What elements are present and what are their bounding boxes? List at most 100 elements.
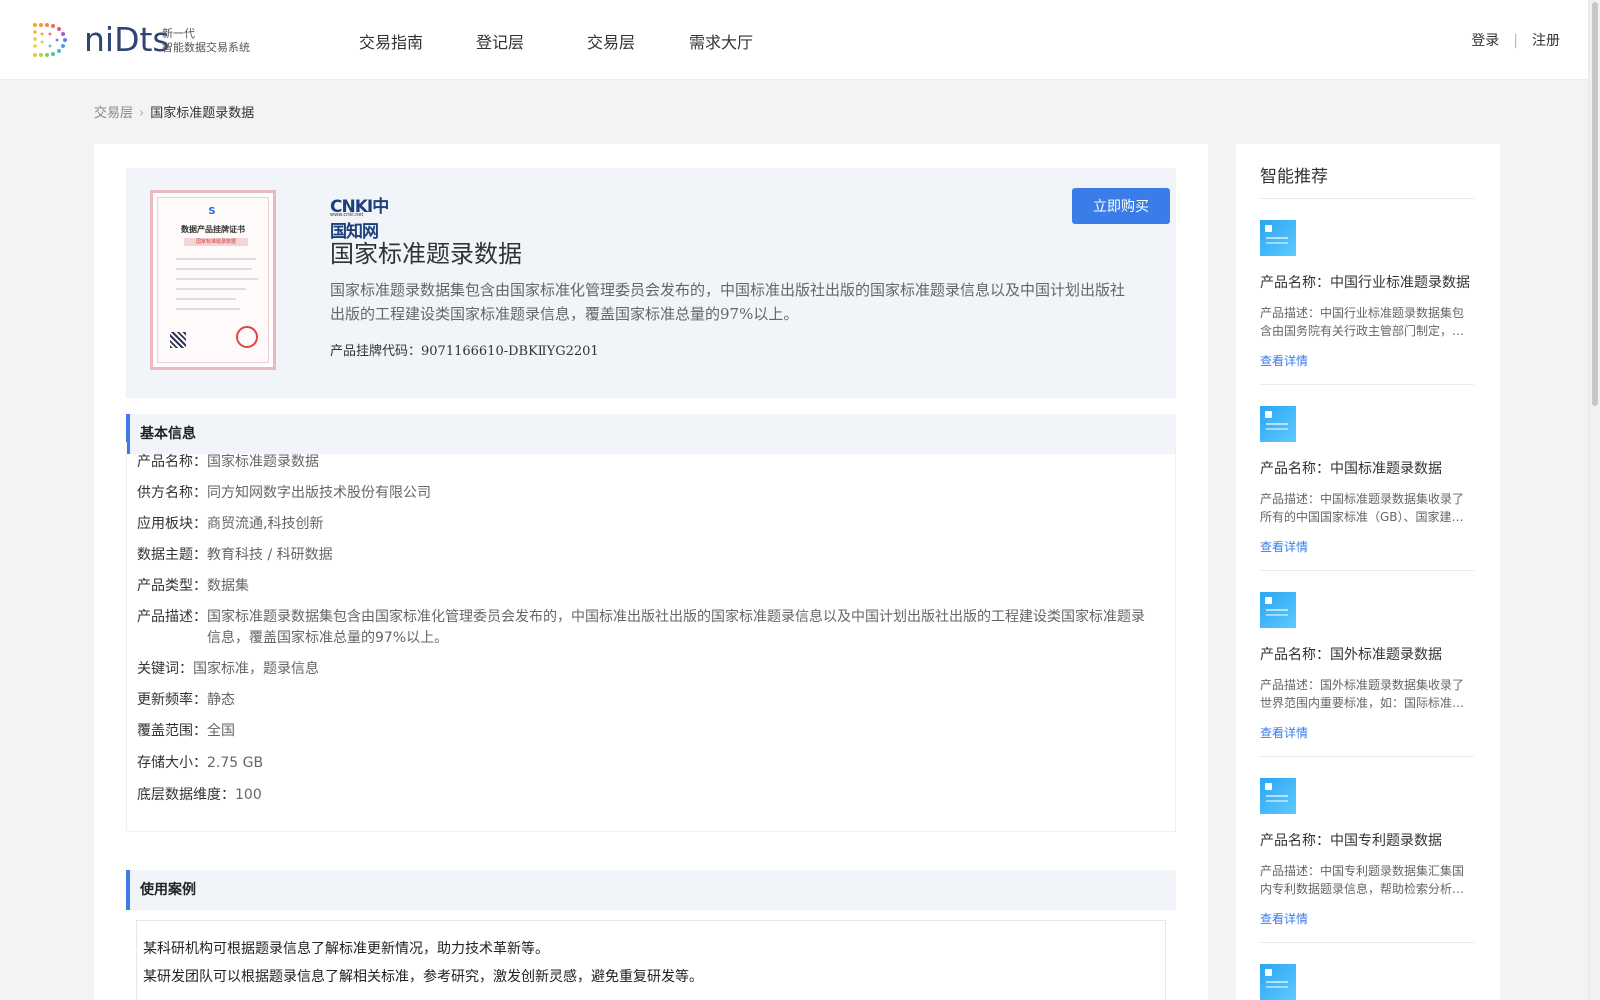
qr-code-icon — [170, 332, 186, 348]
listing-code-value: 9071166610-DBKⅡYG2201 — [421, 344, 599, 359]
info-value: 国家标准题录数据 — [207, 454, 319, 470]
buy-now-button[interactable]: 立即购买 — [1072, 188, 1170, 224]
auth-links: 登录 | 注册 — [1471, 30, 1560, 50]
info-value: 数据集 — [207, 578, 249, 594]
product-thumbnail-icon — [1260, 964, 1296, 1000]
view-details-link[interactable]: 查看详情 — [1260, 724, 1474, 741]
divider — [1260, 942, 1474, 943]
product-listing-code: 产品挂牌代码：9071166610-DBKⅡYG2201 — [330, 340, 599, 359]
recommendation-name: 产品名称：中国专利题录数据 — [1260, 833, 1442, 849]
certificate-emblem-icon: S — [208, 206, 216, 217]
product-detail-card: S 数据产品挂牌证书 国家标准题录数据 CNKI中国知网 www.cnki.ne… — [94, 144, 1208, 1000]
recommendation-description: 产品描述：中国标准题录数据集收录了所有的中国国家标准（GB）、国家建设标准等 — [1260, 492, 1465, 524]
certificate-title: 数据产品挂牌证书 — [181, 225, 245, 234]
nav-trade-guide[interactable]: 交易指南 — [359, 29, 423, 53]
breadcrumb: 交易层 › 国家标准题录数据 — [94, 102, 254, 121]
view-details-link[interactable]: 查看详情 — [1260, 910, 1474, 927]
info-row: 数据主题：教育科技 / 科研数据 — [137, 545, 1157, 566]
basic-info-panel: 产品名称：国家标准题录数据 供方名称：同方知网数字出版技术股份有限公司 应用板块… — [126, 442, 1176, 832]
recommendation-description: 产品描述：国外标准题录数据集收录了世界范围内重要标准，如：国际标准化组织标准等 — [1260, 678, 1465, 710]
info-row: 覆盖范围：全国 — [137, 721, 1157, 742]
breadcrumb-current: 国家标准题录数据 — [150, 106, 255, 121]
listing-code-label: 产品挂牌代码： — [330, 344, 422, 359]
info-key: 供方名称： — [137, 485, 207, 501]
register-link[interactable]: 注册 — [1532, 30, 1560, 50]
product-thumbnail-icon — [1260, 220, 1296, 256]
top-header: niDts 新一代 智能数据交易系统 交易指南 登记层 交易层 需求大厅 登录 |… — [0, 0, 1600, 80]
logo-mark-icon — [33, 23, 67, 57]
info-value: 100 — [235, 787, 262, 803]
info-value: 静态 — [207, 692, 235, 708]
view-details-link[interactable]: 查看详情 — [1260, 538, 1474, 555]
chevron-right-icon: › — [139, 106, 145, 121]
info-value: 商贸流通,科技创新 — [207, 516, 324, 532]
info-value: 全国 — [207, 723, 235, 739]
use-cases-panel: 某科研机构可根据题录信息了解标准更新情况，助力技术革新等。 某研发团队可以根据题… — [136, 920, 1166, 1000]
supplier-logo: CNKI中国知网 www.cnki.net — [330, 192, 404, 242]
certificate-line — [176, 298, 236, 300]
scrollbar-thumb[interactable] — [1592, 2, 1598, 406]
breadcrumb-parent[interactable]: 交易层 — [94, 106, 133, 121]
info-row: 产品名称：国家标准题录数据 — [137, 452, 1157, 473]
site-logo[interactable]: niDts 新一代 智能数据交易系统 — [30, 20, 260, 60]
certificate-frame: S 数据产品挂牌证书 国家标准题录数据 — [157, 197, 269, 363]
info-key: 更新频率： — [137, 692, 207, 708]
recommendation-description: 产品描述：中国专利题录数据集汇集国内专利数据题录信息，帮助检索分析专利技术等 — [1260, 864, 1465, 896]
recommendation-name: 产品名称：中国标准题录数据 — [1260, 461, 1442, 477]
nav-registration-layer[interactable]: 登记层 — [476, 29, 524, 53]
recommendation-item[interactable]: 产品名称：中国行业标准题录数据 产品描述：中国行业标准题录数据集包含由国务院有关… — [1260, 220, 1474, 369]
info-row: 更新频率：静态 — [137, 690, 1157, 711]
recommendation-item[interactable] — [1260, 964, 1474, 1000]
section-title-use-cases: 使用案例 — [126, 870, 1176, 910]
divider — [1260, 570, 1474, 571]
use-case-line: 某科研机构可根据题录信息了解标准更新情况，助力技术革新等。 — [143, 941, 549, 957]
recommendation-item[interactable]: 产品名称：中国标准题录数据 产品描述：中国标准题录数据集收录了所有的中国国家标准… — [1260, 406, 1474, 555]
certificate-image[interactable]: S 数据产品挂牌证书 国家标准题录数据 — [150, 190, 276, 370]
info-key: 存储大小： — [137, 755, 207, 771]
login-link[interactable]: 登录 — [1471, 30, 1499, 50]
logo-tagline-line1: 新一代 — [162, 27, 195, 40]
logo-tagline-line2: 智能数据交易系统 — [162, 41, 250, 54]
use-case-line: 某研发团队可以根据题录信息了解相关标准，参考研究，激发创新灵感，避免重复研发等。 — [143, 969, 703, 985]
recommendation-name: 产品名称：国外标准题录数据 — [1260, 647, 1442, 663]
certificate-subtitle: 国家标准题录数据 — [184, 238, 248, 246]
divider — [1260, 384, 1474, 385]
nav-demand-hall[interactable]: 需求大厅 — [689, 29, 753, 53]
info-key: 产品类型： — [137, 578, 207, 594]
info-row: 产品描述： 国家标准题录数据集包含由国家标准化管理委员会发布的，中国标准出版社出版… — [137, 607, 1157, 649]
certificate-line — [176, 288, 246, 290]
page-scrollbar[interactable] — [1588, 0, 1600, 1000]
certificate-line — [176, 258, 256, 260]
product-thumbnail-icon — [1260, 778, 1296, 814]
auth-separator: | — [1513, 33, 1518, 49]
nav-trading-layer[interactable]: 交易层 — [587, 29, 635, 53]
recommendation-name: 产品名称：中国行业标准题录数据 — [1260, 275, 1470, 291]
product-description: 国家标准题录数据集包含由国家标准化管理委员会发布的，中国标准出版社出版的国家标准… — [330, 281, 1126, 323]
view-details-link[interactable]: 查看详情 — [1260, 352, 1474, 369]
divider — [1260, 198, 1474, 199]
info-key: 产品描述： — [137, 609, 207, 625]
product-thumbnail-icon — [1260, 592, 1296, 628]
info-value: 同方知网数字出版技术股份有限公司 — [207, 485, 431, 501]
info-row: 产品类型：数据集 — [137, 576, 1157, 597]
product-title: 国家标准题录数据 — [330, 240, 522, 268]
sidebar-title: 智能推荐 — [1260, 167, 1328, 187]
info-key: 应用板块： — [137, 516, 207, 532]
info-value: 2.75 GB — [207, 755, 264, 771]
divider — [1260, 756, 1474, 757]
info-row: 应用板块：商贸流通,科技创新 — [137, 514, 1157, 535]
info-row: 供方名称：同方知网数字出版技术股份有限公司 — [137, 483, 1157, 504]
recommendation-description: 产品描述：中国行业标准题录数据集包含由国务院有关行政主管部门制定，报国务院标准化… — [1260, 306, 1465, 338]
logo-wordmark: niDts — [84, 20, 170, 59]
info-row: 底层数据维度：100 — [137, 785, 1157, 806]
info-value: 国家标准，题录信息 — [193, 661, 319, 677]
info-key: 数据主题： — [137, 547, 207, 563]
certificate-line — [176, 308, 240, 310]
supplier-logo-url: www.cnki.net — [330, 212, 364, 218]
certificate-line — [176, 278, 258, 280]
product-thumbnail-icon — [1260, 406, 1296, 442]
recommendation-item[interactable]: 产品名称：国外标准题录数据 产品描述：国外标准题录数据集收录了世界范围内重要标准… — [1260, 592, 1474, 741]
info-row: 存储大小：2.75 GB — [137, 753, 1157, 774]
recommendation-item[interactable]: 产品名称：中国专利题录数据 产品描述：中国专利题录数据集汇集国内专利数据题录信息… — [1260, 778, 1474, 927]
info-row: 关键词：国家标准，题录信息 — [137, 659, 1157, 680]
